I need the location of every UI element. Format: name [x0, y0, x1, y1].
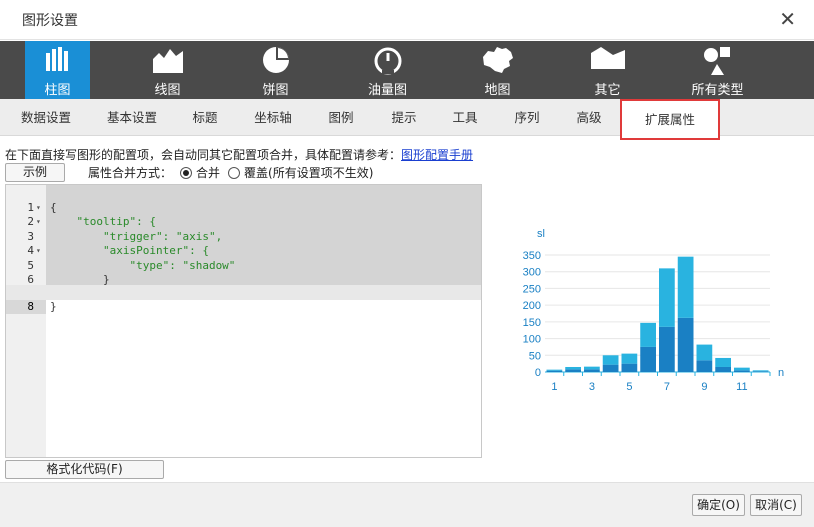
- tab-series[interactable]: 序列: [504, 99, 550, 136]
- chart-type-other-tab[interactable]: 其它: [575, 41, 640, 99]
- all-types-icon: [704, 47, 730, 75]
- tab-legend[interactable]: 图例: [318, 99, 364, 136]
- bar-series-2: [715, 357, 731, 367]
- chart-type-gauge-tab[interactable]: 油量图: [355, 41, 420, 99]
- bar-series-1: [752, 371, 769, 372]
- dialog-title: 图形设置: [22, 13, 78, 29]
- tab-tooltip[interactable]: 提示: [381, 99, 427, 136]
- line-chart-icon: [153, 49, 183, 73]
- bar-series-1: [546, 370, 563, 372]
- tab-tools[interactable]: 工具: [442, 99, 488, 136]
- merge-mode-row: 属性合并方式： 合并 覆盖(所有设置项不生效): [88, 164, 373, 181]
- override-option-label: 覆盖(所有设置项不生效): [244, 166, 374, 180]
- hint-text: 在下面直接写图形的配置项，会自动同其它配置项合并，具体配置请参考：: [5, 148, 402, 162]
- x-tick-label: 5: [626, 381, 632, 393]
- code-editor[interactable]: 1 ▾{ 2 ▾ "tooltip": { 3 "trigger": "axis",…: [5, 184, 482, 458]
- code-line: 5 "type": "shadow": [27, 258, 236, 272]
- bar-series-1: [602, 364, 619, 372]
- bar-series-1: [621, 363, 638, 372]
- bar-series-2: [659, 268, 675, 327]
- bar-series-2: [752, 370, 769, 372]
- tab-data-settings[interactable]: 数据设置: [8, 99, 84, 136]
- chart-type-label: 地图: [484, 83, 511, 98]
- y-tick-label: 350: [523, 250, 541, 262]
- bar-series-1: [565, 369, 581, 372]
- bar-series-2: [640, 322, 656, 347]
- y-tick-label: 50: [529, 350, 541, 362]
- x-tick-label: 11: [736, 381, 747, 393]
- other-chart-icon: [591, 47, 625, 69]
- tab-extended-properties[interactable]: 扩展属性: [620, 99, 720, 140]
- code-line-current: 8}: [6, 285, 481, 314]
- tab-axis[interactable]: 坐标轴: [243, 99, 303, 136]
- y-tick-label: 300: [523, 267, 541, 279]
- bar-series-1: [677, 317, 694, 372]
- gauge-icon: [374, 47, 402, 75]
- code-line: 1 ▾{: [27, 200, 57, 214]
- merge-mode-label: 属性合并方式：: [88, 166, 173, 180]
- x-tick-label: 7: [664, 381, 670, 393]
- bar-series-2: [602, 355, 619, 365]
- chart-type-label: 其它: [594, 83, 621, 98]
- close-icon[interactable]: ✕: [779, 8, 796, 30]
- chart-type-line-tab[interactable]: 线图: [135, 41, 200, 99]
- x-tick-label: 1: [551, 381, 557, 393]
- format-code-button[interactable]: 格式化代码(F): [5, 460, 164, 479]
- code-line: 4 ▾ "axisPointer": {: [27, 244, 209, 257]
- bar-series-1: [640, 346, 656, 372]
- bar-series-2: [677, 256, 694, 318]
- bar-series-2: [546, 369, 563, 371]
- bar-series-1: [715, 366, 731, 372]
- chart-type-label: 线图: [154, 83, 181, 98]
- bar-series-1: [734, 370, 750, 372]
- tab-basic-settings[interactable]: 基本设置: [94, 99, 170, 136]
- y-axis-label: sl: [537, 228, 545, 240]
- chart-type-all-tab[interactable]: 所有类型: [680, 41, 755, 99]
- merge-option-label: 合并: [196, 166, 221, 180]
- y-tick-label: 150: [523, 317, 541, 329]
- pie-chart-icon: [263, 47, 289, 73]
- tab-advanced[interactable]: 高级: [566, 99, 612, 136]
- config-hint: 在下面直接写图形的配置项，会自动同其它配置项合并，具体配置请参考：图形配置手册: [5, 146, 473, 163]
- bar-series-2: [621, 353, 638, 364]
- chart-type-pie-tab[interactable]: 饼图: [243, 41, 308, 99]
- config-manual-link[interactable]: 图形配置手册: [401, 148, 473, 162]
- y-tick-label: 200: [523, 300, 541, 312]
- y-tick-label: 100: [523, 334, 541, 346]
- title-bar: 图形设置 ✕: [0, 0, 814, 40]
- bar-chart-icon: [46, 47, 68, 71]
- chart-type-map-tab[interactable]: 地图: [465, 41, 530, 99]
- code-line: 6 }: [27, 273, 110, 286]
- y-tick-label: 0: [535, 367, 541, 379]
- chart-type-label: 饼图: [262, 83, 289, 98]
- bar-series-1: [659, 326, 675, 372]
- chart-type-label: 所有类型: [691, 83, 744, 98]
- bar-series-1: [696, 360, 713, 372]
- bar-series-2: [584, 366, 600, 370]
- chart-type-bar: 柱图 线图 饼图 油量图 地图 其它 所有类型: [0, 41, 814, 99]
- cancel-button[interactable]: 取消(C): [750, 494, 802, 516]
- tab-title[interactable]: 标题: [180, 99, 230, 136]
- chart-type-label: 柱图: [44, 83, 71, 98]
- settings-tabs: 数据设置 基本设置 标题 坐标轴 图例 提示 工具 序列 高级 扩展属性: [0, 99, 814, 140]
- x-axis-label: n: [778, 367, 784, 379]
- code-line: 3 "trigger": "axis",: [27, 229, 223, 243]
- bar-series-2: [565, 366, 581, 370]
- bar-series-2: [734, 367, 750, 371]
- override-radio[interactable]: [228, 166, 241, 179]
- bar-series-1: [584, 369, 600, 372]
- bar-series-2: [696, 344, 713, 361]
- map-icon: [483, 47, 513, 73]
- code-line: 2 ▾ "tooltip": {: [27, 215, 156, 228]
- example-button[interactable]: 示例: [5, 163, 65, 182]
- x-tick-label: 3: [589, 381, 595, 393]
- chart-type-bar-tab[interactable]: 柱图: [25, 41, 90, 99]
- chart-type-label: 油量图: [367, 83, 407, 98]
- merge-radio[interactable]: [180, 166, 193, 179]
- ok-button[interactable]: 确定(O): [692, 494, 745, 516]
- chart-preview: 0 50 100 150 200 250 300 350 sl 1 3 5 7 9 11 n: [523, 228, 784, 393]
- y-tick-label: 250: [523, 283, 541, 295]
- x-tick-label: 9: [701, 381, 707, 393]
